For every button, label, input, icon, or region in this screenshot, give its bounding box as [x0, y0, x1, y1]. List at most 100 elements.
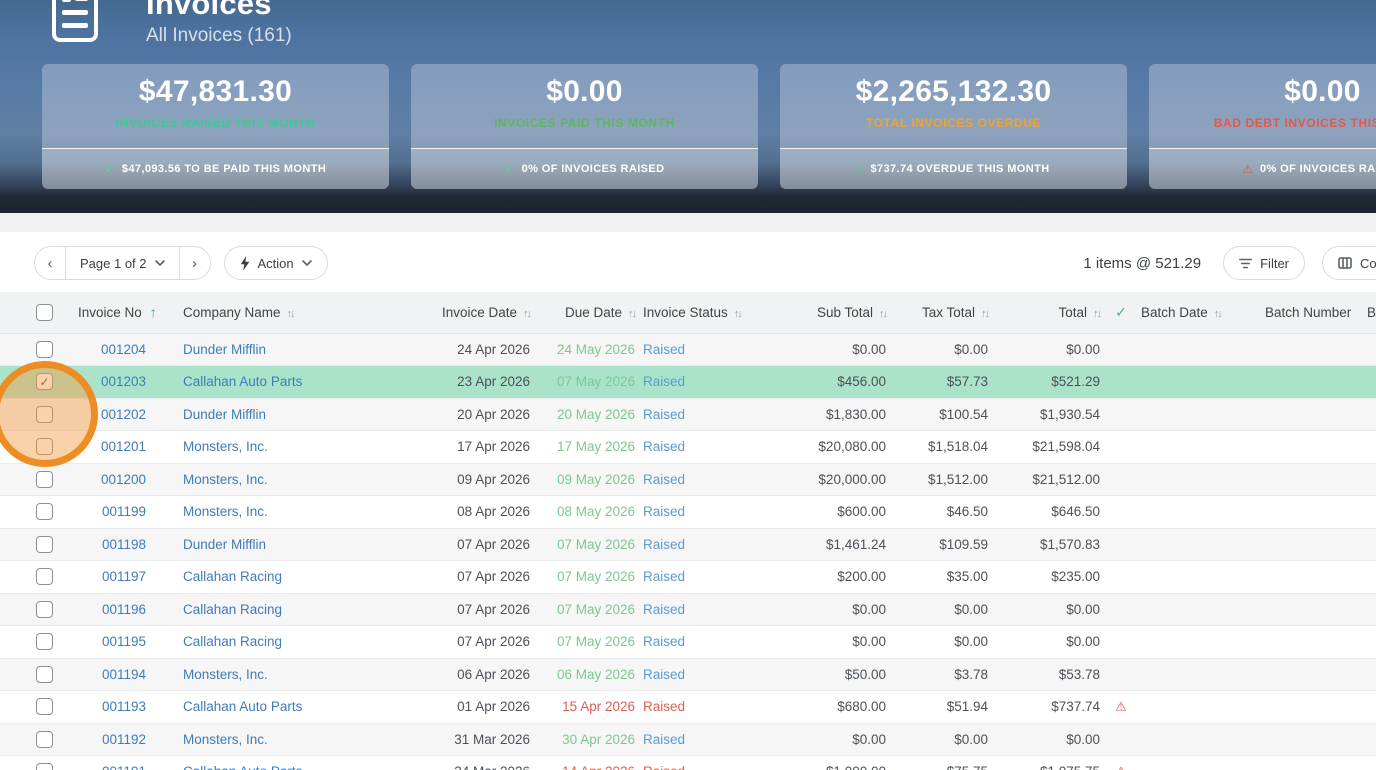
table-row-001203[interactable]: ✓ 001203 Callahan Auto Parts 23 Apr 2026 07 … [0, 365, 1376, 399]
sort-icon: ↑↓ [523, 307, 532, 320]
row-checkbox[interactable] [36, 503, 53, 521]
tax-total-cell: $100.54 [894, 398, 996, 431]
column-header-sub-total[interactable]: Sub Total ↑↓ [760, 292, 894, 334]
column-header-invoice-status[interactable]: Invoice Status ↑↓ [639, 292, 760, 334]
invoice-no-link[interactable]: 001192 [102, 732, 146, 747]
column-header-due-date[interactable]: Due Date ↑↓ [538, 292, 639, 334]
invoice-no-link[interactable]: 001197 [102, 569, 146, 584]
invoice-no-link[interactable]: 001204 [101, 342, 146, 357]
table-row-001202[interactable]: 001202 Dunder Mifflin 20 Apr 2026 20 May 20… [0, 398, 1376, 431]
row-checkbox[interactable] [36, 470, 53, 488]
next-page-button[interactable]: › [180, 247, 210, 279]
invoice-no-link[interactable]: 001200 [101, 472, 146, 487]
batch-date-cell [1134, 690, 1258, 724]
sub-total-cell: $0.00 [760, 625, 894, 659]
table-row-001198[interactable]: 001198 Dunder Mifflin 07 Apr 2026 07 May 20… [0, 528, 1376, 561]
table-row-001204[interactable]: 001204 Dunder Mifflin 24 Apr 2026 24 May 20… [0, 333, 1376, 366]
company-link[interactable]: Dunder Mifflin [183, 342, 266, 357]
company-link[interactable]: Callahan Racing [183, 569, 282, 584]
row-checkbox[interactable] [36, 600, 53, 618]
batch-date-cell [1134, 593, 1258, 626]
column-header-invoice-date[interactable]: Invoice Date ↑↓ [420, 292, 538, 334]
column-header-total[interactable]: Total ↑↓ [996, 292, 1108, 334]
column-header-tax-total[interactable]: Tax Total ↑↓ [894, 292, 996, 334]
table-row-001200[interactable]: 001200 Monsters, Inc. 09 Apr 2026 09 May 20… [0, 463, 1376, 496]
previous-page-button[interactable]: ‹ [35, 247, 65, 279]
invoice-no-link[interactable]: 001193 [102, 699, 146, 714]
company-link[interactable]: Dunder Mifflin [183, 537, 266, 552]
invoice-date-cell: 06 Apr 2026 [420, 658, 538, 691]
total-cell: $1,570.83 [996, 528, 1108, 561]
company-link[interactable]: Callahan Auto Parts [183, 764, 302, 770]
company-link[interactable]: Callahan Auto Parts [183, 374, 302, 389]
row-checkbox[interactable] [36, 633, 53, 651]
invoice-no-link[interactable]: 001196 [102, 602, 146, 617]
column-header-company-name[interactable]: Company Name ↑↓ [162, 292, 420, 334]
batch-number-cell [1258, 365, 1360, 399]
row-checkbox[interactable] [36, 665, 53, 683]
checkbox-unchecked[interactable] [36, 303, 53, 321]
action-button[interactable]: Action [223, 246, 328, 280]
columns-button[interactable]: Columns [1322, 246, 1376, 280]
card-value: $0.00 [546, 75, 623, 108]
column-header-invoice-no[interactable]: Invoice No ↑ [66, 292, 162, 334]
invoice-no-link[interactable]: 001199 [102, 504, 146, 519]
batch-date-cell [1134, 560, 1258, 594]
invoice-no-link[interactable]: 001201 [101, 439, 146, 454]
batch-date-cell [1134, 658, 1258, 691]
invoice-status-cell: Raised [639, 755, 760, 770]
invoice-status-cell: Raised [639, 625, 760, 659]
table-row-001193[interactable]: 001193 Callahan Auto Parts 01 Apr 2026 15 A… [0, 690, 1376, 724]
tax-total-cell: $109.59 [894, 528, 996, 561]
columns-icon [1338, 257, 1352, 269]
invoice-no-link[interactable]: 001194 [102, 667, 146, 682]
table-row-001196[interactable]: 001196 Callahan Racing 07 Apr 2026 07 May 2… [0, 593, 1376, 626]
invoice-no-link[interactable]: 001191 [102, 764, 146, 770]
invoice-no-link[interactable]: 001198 [102, 537, 146, 552]
company-link[interactable]: Monsters, Inc. [183, 732, 268, 747]
due-date-cell: 07 May 2026 [538, 528, 639, 561]
kpi-cards: $47,831.30 INVOICES RAISED THIS MONTH ✓ … [42, 64, 1376, 189]
table-header-row: Invoice No ↑ Company Name ↑↓ Invoice Date ↑↓ D… [0, 292, 1376, 334]
company-link[interactable]: Monsters, Inc. [183, 472, 268, 487]
row-checkbox[interactable] [36, 698, 53, 716]
invoice-no-link[interactable]: 001195 [102, 634, 146, 649]
page-select-dropdown[interactable]: Page 1 of 2 [65, 247, 180, 279]
tax-total-cell: $1,512.00 [894, 463, 996, 496]
company-link[interactable]: Callahan Racing [183, 602, 282, 617]
company-link[interactable]: Monsters, Inc. [183, 504, 268, 519]
company-link[interactable]: Dunder Mifflin [183, 407, 266, 422]
card-label: INVOICES RAISED THIS MONTH [115, 116, 316, 130]
batch-date-cell [1134, 625, 1258, 659]
batch-number-cell [1258, 723, 1360, 756]
tax-total-cell: $75.75 [894, 755, 996, 770]
table-row-001195[interactable]: 001195 Callahan Racing 07 Apr 2026 07 May 2… [0, 625, 1376, 659]
row-checkbox[interactable] [36, 568, 53, 586]
table-row-001197[interactable]: 001197 Callahan Racing 07 Apr 2026 07 May 2… [0, 560, 1376, 594]
invoice-no-link[interactable]: 001203 [101, 374, 146, 389]
invoice-no-link[interactable]: 001202 [101, 407, 146, 422]
table-row-001194[interactable]: 001194 Monsters, Inc. 06 Apr 2026 06 May 20… [0, 658, 1376, 691]
table-row-001199[interactable]: 001199 Monsters, Inc. 08 Apr 2026 08 May 20… [0, 495, 1376, 529]
filter-button[interactable]: Filter [1223, 246, 1305, 280]
total-cell: $235.00 [996, 560, 1108, 594]
column-header-batch-date[interactable]: Batch Date ↑↓ [1134, 292, 1258, 334]
row-checkbox[interactable] [36, 535, 53, 553]
company-link[interactable]: Monsters, Inc. [183, 667, 268, 682]
select-all-checkbox[interactable] [0, 292, 66, 334]
company-link[interactable]: Monsters, Inc. [183, 439, 268, 454]
company-link[interactable]: Callahan Racing [183, 634, 282, 649]
table-row-001192[interactable]: 001192 Monsters, Inc. 31 Mar 2026 30 Apr 20… [0, 723, 1376, 756]
sub-total-cell: $1,830.00 [760, 398, 894, 431]
row-checkbox[interactable] [36, 730, 53, 748]
items-summary: 1 items @ 521.29 [1083, 254, 1202, 272]
company-link[interactable]: Callahan Auto Parts [183, 699, 302, 714]
due-date-cell: 24 May 2026 [538, 333, 639, 366]
table-row-001191[interactable]: 001191 Callahan Auto Parts 24 Mar 202614 A… [0, 755, 1376, 770]
row-checkbox[interactable] [36, 763, 53, 770]
due-date-cell: 08 May 2026 [538, 495, 639, 529]
due-date-cell: 09 May 2026 [538, 463, 639, 496]
due-date-cell: 30 Apr 2026 [538, 723, 639, 756]
table-row-001201[interactable]: 001201 Monsters, Inc. 17 Apr 2026 17 May 20… [0, 430, 1376, 464]
row-checkbox[interactable] [36, 340, 53, 358]
